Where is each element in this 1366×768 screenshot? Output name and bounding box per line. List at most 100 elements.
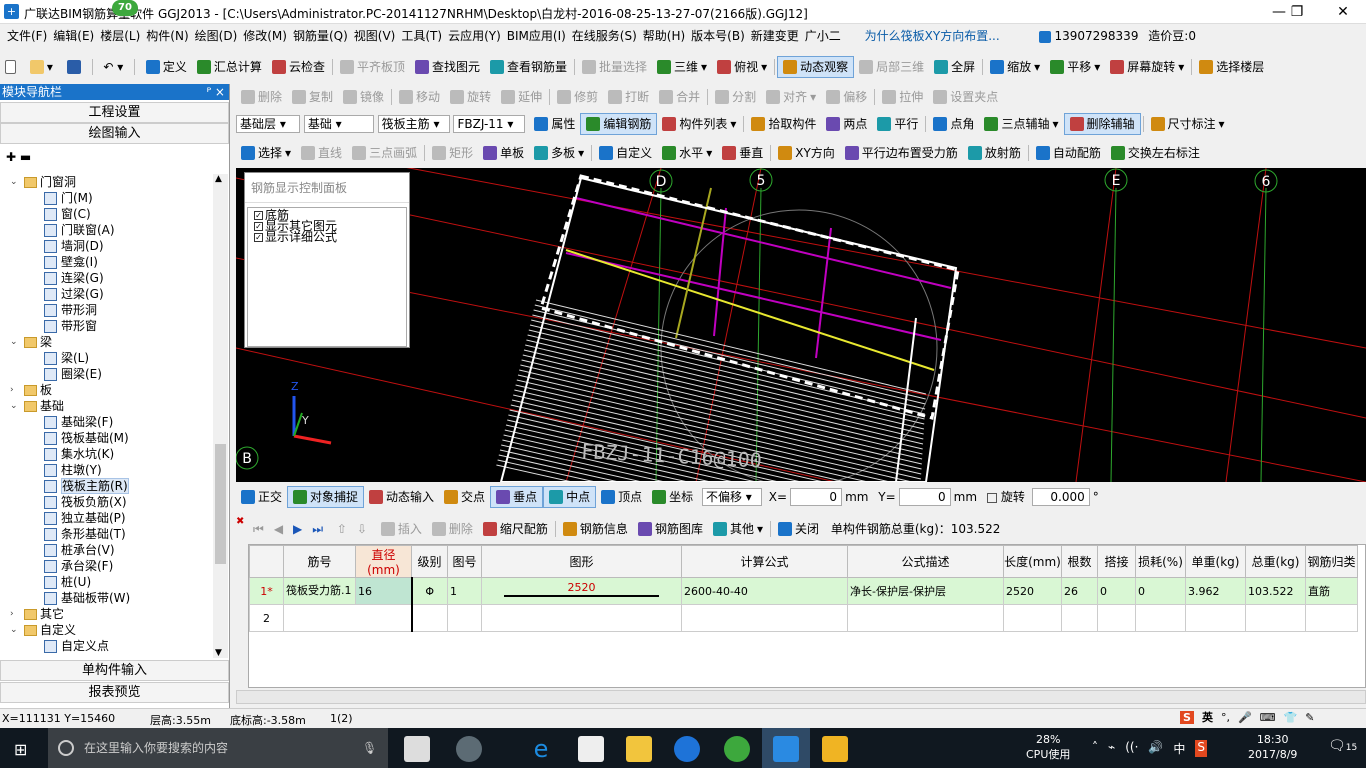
- toolbar1-item-9[interactable]: 动态观察: [777, 56, 855, 78]
- menu-item-2[interactable]: 楼层(L): [97, 25, 143, 47]
- toolbar1-item-7[interactable]: 三维 ▾: [652, 56, 712, 78]
- punct-icon[interactable]: °,: [1221, 711, 1230, 724]
- tree-folder[interactable]: › 其它: [0, 606, 212, 622]
- toolbar4-item-0[interactable]: 选择 ▾: [236, 142, 296, 164]
- menu-item-13[interactable]: 版本号(B): [688, 25, 748, 47]
- menu-item-10[interactable]: BIM应用(I): [504, 25, 569, 47]
- toolbar2-item-4[interactable]: 旋转: [445, 86, 496, 108]
- question-link[interactable]: 为什么筏板XY方向布置...: [862, 25, 1003, 47]
- draw-input-button[interactable]: 绘图输入: [0, 123, 229, 144]
- toolbar3-item-4[interactable]: 两点: [821, 113, 872, 135]
- tree-item[interactable]: 筏板基础(M): [0, 430, 212, 446]
- snap-item-0[interactable]: 正交: [236, 486, 287, 508]
- toolbar4-item-12[interactable]: 自动配筋: [1031, 142, 1106, 164]
- column-header-9[interactable]: 搭接: [1097, 545, 1136, 578]
- notes-icon[interactable]: [822, 736, 848, 762]
- rebar_toolbar-item-0[interactable]: 插入: [376, 518, 427, 540]
- toolbar2-item-3[interactable]: 移动: [394, 86, 445, 108]
- toolbar2-item-9[interactable]: 分割: [710, 86, 761, 108]
- toolbar4-item-9[interactable]: XY方向: [773, 142, 840, 164]
- column-header-3[interactable]: 图号: [447, 545, 482, 578]
- toolbar1-item-15[interactable]: 选择楼层: [1194, 56, 1269, 78]
- toolbar3-item-1[interactable]: 编辑钢筋: [580, 113, 658, 135]
- toolbar1-item-11[interactable]: 全屏: [929, 56, 980, 78]
- tree-item[interactable]: 过梁(G): [0, 286, 212, 302]
- toolbar1-item-13[interactable]: 平移 ▾: [1045, 56, 1105, 78]
- tree-item[interactable]: 条形基础(T): [0, 526, 212, 542]
- cpu-meter[interactable]: 28% CPU使用: [1026, 732, 1070, 762]
- table-row[interactable]: 2: [249, 604, 1358, 632]
- explorer-icon[interactable]: [626, 736, 652, 762]
- column-header-8[interactable]: 根数: [1061, 545, 1098, 578]
- tree-item[interactable]: 墙洞(D): [0, 238, 212, 254]
- expand-toggle-icon[interactable]: ⌄: [10, 398, 20, 414]
- tree-item[interactable]: 圈梁(E): [0, 366, 212, 382]
- report-preview-button[interactable]: 报表预览: [0, 682, 229, 703]
- menu-item-7[interactable]: 视图(V): [351, 25, 399, 47]
- sogou-icon[interactable]: S: [1180, 710, 1194, 724]
- loss-cell[interactable]: 0: [1135, 577, 1186, 605]
- last-record-icon[interactable]: ⏭: [307, 518, 328, 540]
- toolbar4-item-2[interactable]: 三点画弧: [347, 142, 422, 164]
- tree-item[interactable]: 门联窗(A): [0, 222, 212, 238]
- single-input-button[interactable]: 单构件输入: [0, 660, 229, 681]
- rebar_toolbar-item-5[interactable]: 其他 ▾: [708, 518, 768, 540]
- offset-select[interactable]: 不偏移 ▾: [701, 488, 762, 506]
- tree-item[interactable]: 带形洞: [0, 302, 212, 318]
- toolbar4-item-7[interactable]: 水平 ▾: [657, 142, 717, 164]
- column-header-6[interactable]: 公式描述: [847, 545, 1004, 578]
- toolbar2-item-6[interactable]: 修剪: [552, 86, 603, 108]
- mic-icon[interactable]: 🎙: [362, 728, 377, 768]
- snap-item-4[interactable]: 垂点: [490, 486, 544, 508]
- tree-item[interactable]: 窗(C): [0, 206, 212, 222]
- clock[interactable]: 18:30 2017/8/9: [1248, 732, 1297, 762]
- expand-toggle-icon[interactable]: ›: [10, 606, 20, 622]
- rotate-checkbox[interactable]: 旋转: [984, 486, 1028, 508]
- rebar-no-cell[interactable]: 筏板受力筋.1: [283, 577, 356, 605]
- toolbar1-item-0[interactable]: 定义: [141, 56, 192, 78]
- ime-mode[interactable]: 英: [1202, 709, 1213, 725]
- y-input[interactable]: 0: [898, 488, 951, 506]
- rebar_toolbar-item-6[interactable]: 关闭: [773, 518, 824, 540]
- keyboard-icon[interactable]: ⌨: [1260, 711, 1276, 724]
- notification-badge[interactable]: 70: [112, 0, 138, 16]
- grade-cell[interactable]: Φ: [411, 577, 448, 605]
- column-header-10[interactable]: 损耗(%): [1135, 545, 1186, 578]
- menu-item-4[interactable]: 绘图(D): [192, 25, 241, 47]
- taskbar-search[interactable]: 在这里输入你要搜索的内容 🎙: [48, 728, 388, 768]
- prev-record-icon[interactable]: ◀: [269, 518, 288, 540]
- menu-item-14[interactable]: 新建变更: [748, 25, 802, 47]
- toolbar3-item-7[interactable]: 三点辅轴 ▾: [979, 113, 1063, 135]
- grid-hscrollbar[interactable]: [236, 690, 1366, 704]
- expand-collapse-icons[interactable]: ✚ ▬: [0, 144, 229, 168]
- tree-item[interactable]: 带形窗: [0, 318, 212, 334]
- tree-item[interactable]: 自定义点: [0, 638, 212, 654]
- toolbar3-item-5[interactable]: 平行: [872, 113, 923, 135]
- toolbar2-item-11[interactable]: 偏移: [821, 86, 872, 108]
- snap-item-6[interactable]: 顶点: [596, 486, 647, 508]
- save-icon[interactable]: [62, 56, 86, 78]
- toolbar1-item-4[interactable]: 查找图元: [410, 56, 485, 78]
- toolbar2-item-12[interactable]: 拉伸: [877, 86, 928, 108]
- toolbar1-item-6[interactable]: 批量选择: [577, 56, 652, 78]
- menu-item-0[interactable]: 文件(F): [4, 25, 50, 47]
- move-down-icon[interactable]: ⇩: [352, 518, 372, 540]
- toolbar4-item-10[interactable]: 平行边布置受力筋: [840, 142, 963, 164]
- tray-icons[interactable]: ˄ ⌁ ((· 🔊 中 S: [1092, 740, 1208, 757]
- column-header-1[interactable]: 直径(mm): [355, 545, 412, 578]
- toolbar4-item-11[interactable]: 放射筋: [963, 142, 1026, 164]
- tools-icon[interactable]: ✎: [1305, 711, 1314, 724]
- snap-item-2[interactable]: 动态输入: [364, 486, 439, 508]
- toolbar3-item-6[interactable]: 点角: [928, 113, 979, 135]
- toolbar4-item-8[interactable]: 垂直: [717, 142, 768, 164]
- tree-item[interactable]: 筏板主筋(R): [0, 478, 212, 494]
- tree-item[interactable]: 基础梁(F): [0, 414, 212, 430]
- figure-no-cell[interactable]: 1: [447, 577, 482, 605]
- task-view-icon[interactable]: [404, 736, 430, 762]
- toolbar1-item-1[interactable]: 汇总计算: [192, 56, 267, 78]
- expand-toggle-icon[interactable]: ⌄: [10, 334, 20, 350]
- toolbar1-item-3[interactable]: 平齐板顶: [335, 56, 410, 78]
- toolbar3-item-3[interactable]: 拾取构件: [746, 113, 821, 135]
- tree-item[interactable]: 壁龛(I): [0, 254, 212, 270]
- first-record-icon[interactable]: ⏮: [248, 518, 269, 540]
